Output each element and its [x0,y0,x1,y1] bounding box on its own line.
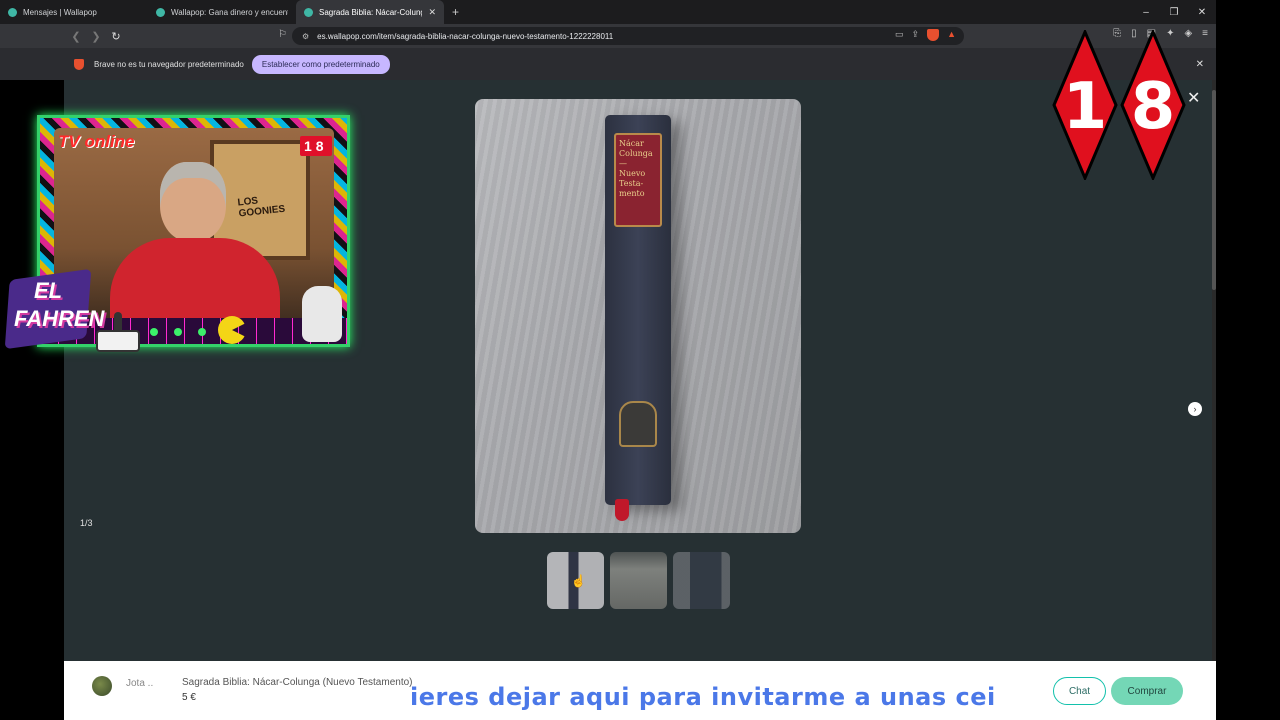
product-price: 5 € [182,692,196,703]
badge-digit: 1 [1062,70,1108,144]
address-bar[interactable]: ⚐ ⚙ es.wallapop.com/item/sagrada-biblia-… [278,27,964,45]
site-settings-icon[interactable]: ⚙ [302,32,309,41]
tab-sagrada-biblia[interactable]: Sagrada Biblia: Nácar-Colunga (N ✕ [296,0,444,24]
main-product-image[interactable]: Nácar Colunga — Nuevo Testa- mento [475,99,801,533]
stream-border-right [1216,0,1280,720]
reload-icon[interactable]: ↻ [106,26,126,46]
bookmark-ribbon [615,499,629,521]
infobar-left-edge [0,48,64,80]
address-actions: ▭ ⇪ ▲ [895,29,956,41]
cam-18-badge: 18 [300,136,332,156]
tab-title: Wallapop: Gana dinero y encuentra c [171,7,288,17]
product-title: Sagrada Biblia: Nácar-Colunga (Nuevo Tes… [182,677,413,688]
label-line: Testa- [619,179,644,188]
wallapop-favicon-icon [156,7,165,17]
image-counter: 1/3 [80,518,93,528]
logo-line-1: EL [34,278,63,303]
page-scrollbar[interactable] [1212,80,1216,661]
book-spine-label: Nácar Colunga — Nuevo Testa- mento [614,133,662,227]
window-controls: – ❐ ✕ [1132,0,1216,24]
new-tab-button[interactable]: + [444,0,467,24]
tab-mensajes[interactable]: Mensajes | Wallapop [0,0,148,24]
set-default-button[interactable]: Establecer como predeterminado [251,54,390,74]
streamer [110,158,280,344]
streamer-head [160,162,226,242]
logo-line-2: FAHREN [14,306,105,331]
label-line: mento [619,189,645,198]
bookmark-icon[interactable]: ⚐ [278,29,287,40]
chat-button[interactable]: Chat [1053,677,1106,705]
label-line: — [619,159,627,168]
hand-cursor-icon: ☝ [571,574,586,588]
badge-diamond: 8 [1120,28,1186,182]
thumbnail-2[interactable] [610,552,667,609]
badge-digit: 8 [1130,70,1176,144]
astronaut-icon [302,286,342,342]
default-browser-infobar: Brave no es tu navegador predeterminado … [64,48,1216,80]
restore-button[interactable]: ❐ [1160,0,1188,24]
tab-title: Sagrada Biblia: Nácar-Colunga (N [319,7,422,17]
pacman-dots [150,328,206,336]
tab-title: Mensajes | Wallapop [23,7,97,17]
share-icon[interactable]: ⇪ [912,29,920,41]
thumbnail-3[interactable] [673,552,730,609]
seller-avatar[interactable] [92,676,112,696]
product-bottom-bar: Jota .. Sagrada Biblia: Nácar-Colunga (N… [64,661,1216,720]
back-icon[interactable]: ❮ [66,26,86,46]
brave-rewards-icon[interactable]: ▲ [947,29,956,41]
label-line: Nuevo [619,169,646,178]
seller-name[interactable]: Jota .. [126,678,153,689]
infobar-message: Brave no es tu navegador predeterminado [94,59,244,69]
badge-diamond: 1 [1052,28,1118,182]
rating-18-badge: 1 8 [1052,28,1188,182]
browser-toolbar: ❮ ❯ ↻ ⚐ ⚙ es.wallapop.com/item/sagrada-b… [0,24,1216,48]
next-image-icon[interactable]: › [1188,402,1202,416]
forward-icon[interactable]: ❯ [86,26,106,46]
buy-button[interactable]: Comprar [1111,677,1183,705]
label-line: Colunga [619,149,653,158]
wallapop-favicon-icon [304,7,313,17]
book-spine: Nácar Colunga — Nuevo Testa- mento [605,115,671,521]
wallapop-favicon-icon [8,7,17,17]
label-line: Nácar [619,139,644,148]
brave-logo-icon [74,58,84,70]
infobar-close-icon[interactable]: ✕ [1196,59,1204,70]
menu-icon[interactable]: ≡ [1202,28,1208,39]
url-text: es.wallapop.com/item/sagrada-biblia-naca… [317,31,614,41]
brave-shields-icon[interactable] [927,29,940,41]
scrollbar-thumb[interactable] [1212,90,1216,290]
book-emblem [619,401,657,447]
tab-wallapop-home[interactable]: Wallapop: Gana dinero y encuentra c [148,0,296,24]
tab-strip: Mensajes | Wallapop Wallapop: Gana diner… [0,0,1216,24]
tab-close-icon[interactable]: ✕ [428,7,436,18]
thumbnail-1[interactable]: ☝ [547,552,604,609]
cast-icon[interactable]: ▭ [895,29,904,41]
thumbnail-strip: ☝ [547,552,730,609]
joystick-icon [96,312,140,352]
stream-ticker-text: ieres dejar aqui para invitarme a unas c… [410,683,996,711]
close-window-button[interactable]: ✕ [1188,0,1216,24]
tv-online-logo: TV online [58,132,135,151]
gallery-close-icon[interactable]: ✕ [1187,88,1200,108]
minimize-button[interactable]: – [1132,0,1160,24]
